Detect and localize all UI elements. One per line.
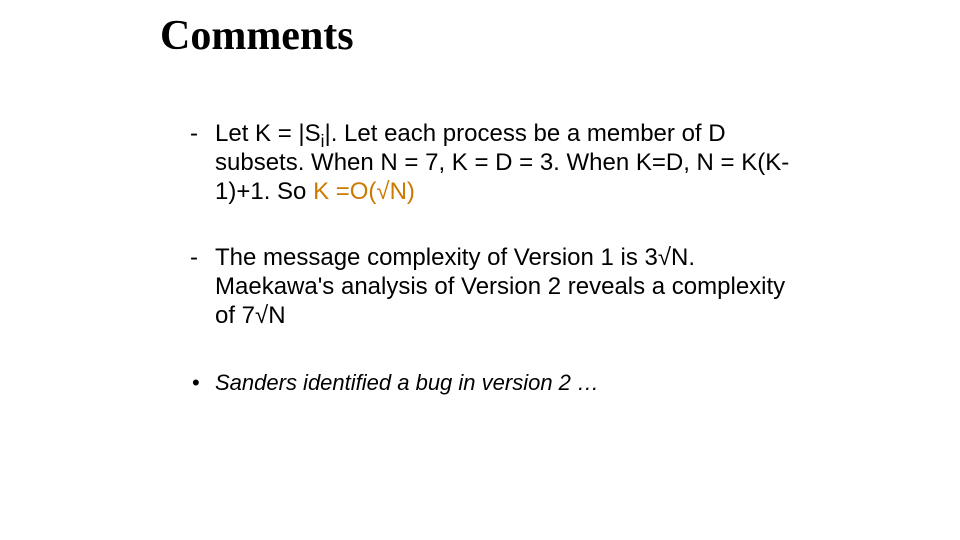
footnote-text: Sanders identified a bug in version 2 … xyxy=(215,370,599,395)
text-prefix: Let K = |S xyxy=(215,120,321,147)
dash-icon: - xyxy=(190,120,198,149)
bullet-item-2: - The message complexity of Version 1 is… xyxy=(190,244,790,330)
dash-icon: - xyxy=(190,244,198,273)
highlight-complexity: K =O(√N) xyxy=(313,178,415,205)
slide-title: Comments xyxy=(160,12,354,60)
bullet-item-1: - Let K = |Si|. Let each process be a me… xyxy=(190,120,790,206)
bullet-text-2: The message complexity of Version 1 is 3… xyxy=(215,244,790,330)
bullet-icon: • xyxy=(192,369,200,397)
footnote: • Sanders identified a bug in version 2 … xyxy=(190,369,790,397)
slide: Comments - Let K = |Si|. Let each proces… xyxy=(0,0,960,540)
slide-body: - Let K = |Si|. Let each process be a me… xyxy=(190,120,790,396)
bullet-text-1: Let K = |Si|. Let each process be a memb… xyxy=(215,120,790,206)
